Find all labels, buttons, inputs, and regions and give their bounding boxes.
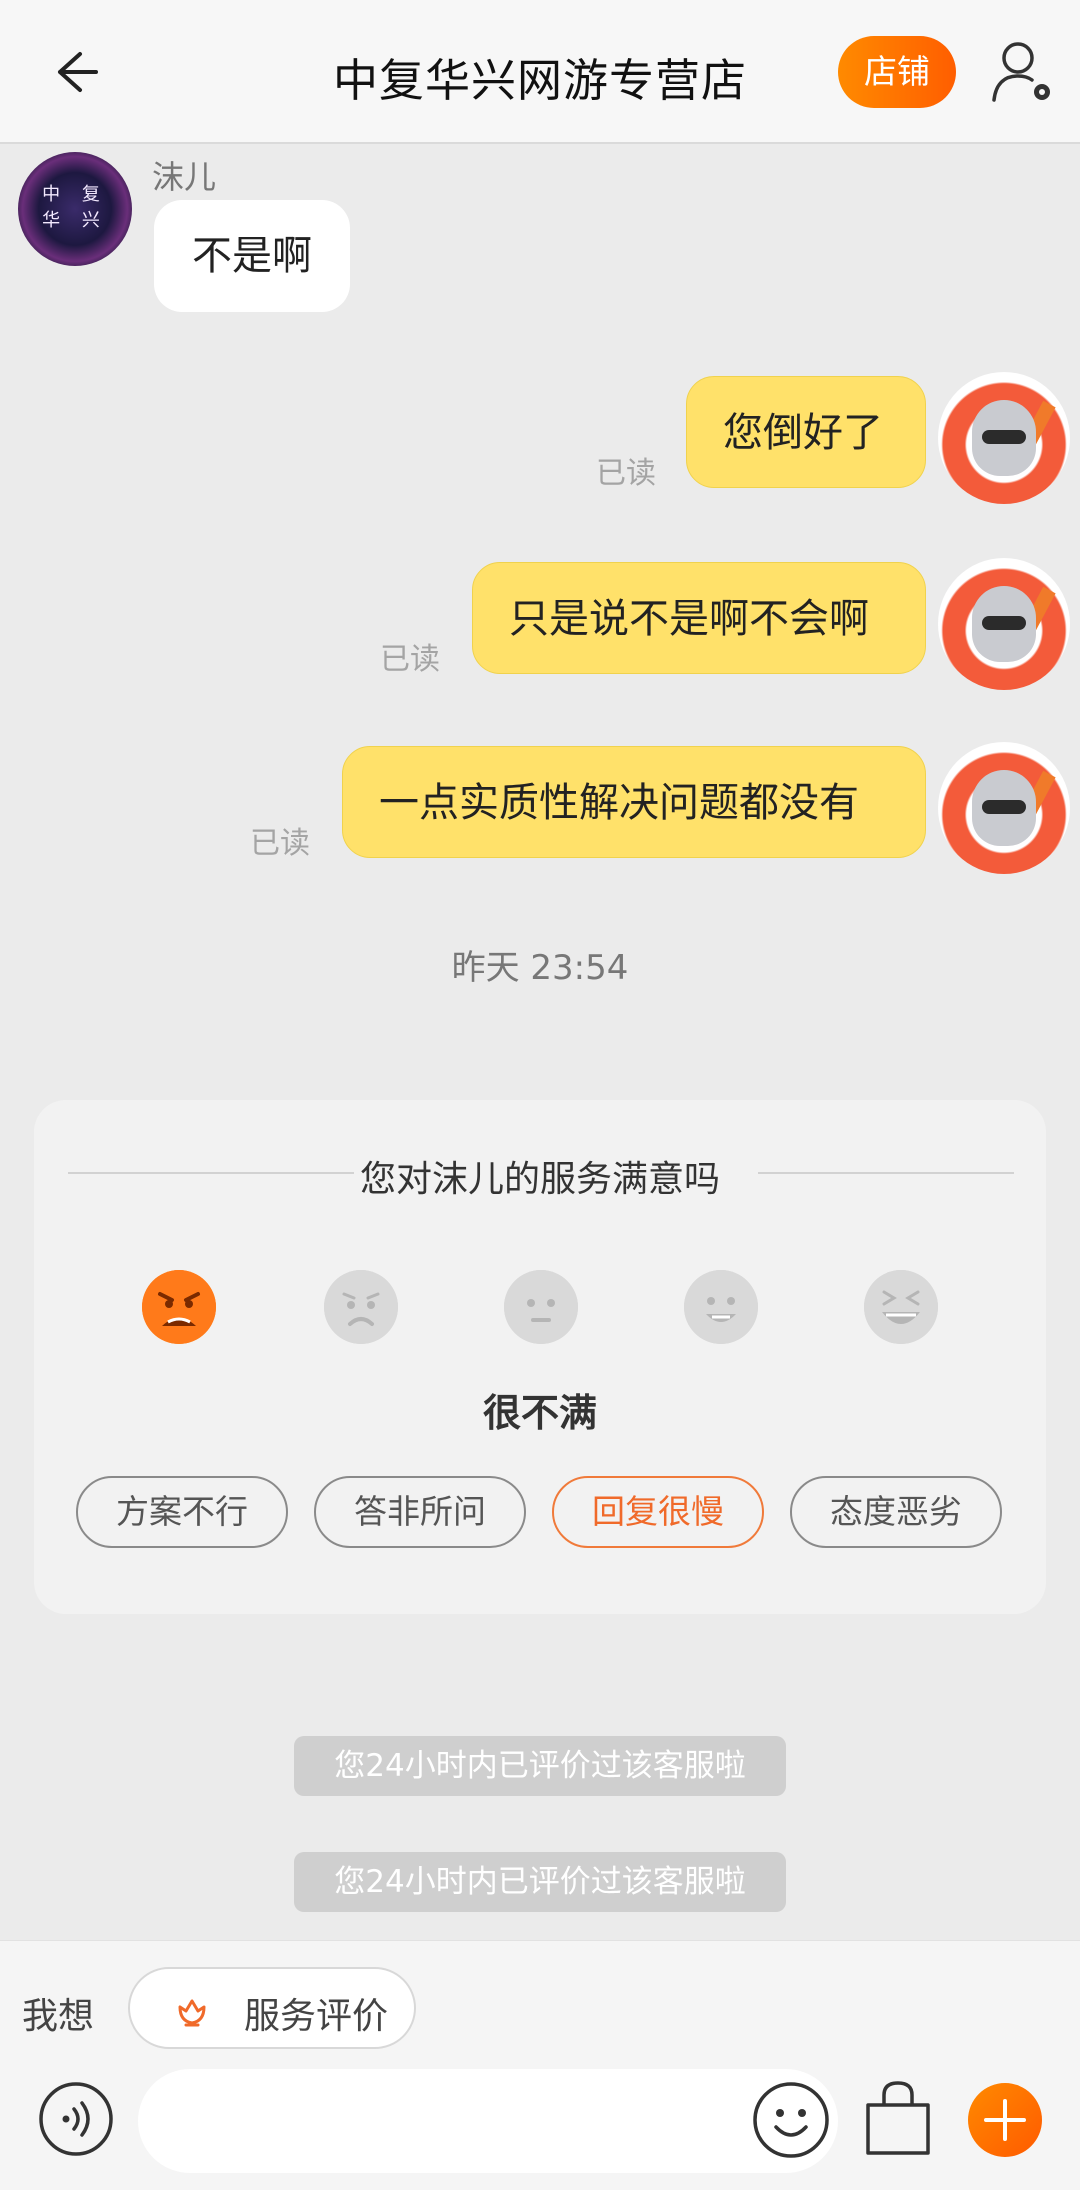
- read-status: 已读: [596, 456, 656, 491]
- flower-icon: [172, 1989, 212, 2029]
- rating-title: 您对沫儿的服务满意吗: [359, 1159, 720, 1200]
- user-settings-icon[interactable]: [986, 36, 1058, 108]
- sender-name: 沫儿: [152, 158, 217, 196]
- quick-action-label: 我想: [22, 1996, 95, 2037]
- service-rating-label: 服务评价: [244, 1996, 389, 2037]
- bottom-input-bar: 我想 服务评价: [0, 1940, 1080, 2190]
- read-status: 已读: [380, 642, 440, 677]
- tag-solution-bad[interactable]: 方案不行: [76, 1476, 288, 1548]
- my-avatar[interactable]: [938, 558, 1070, 690]
- service-rating-chip[interactable]: 服务评价: [128, 1967, 416, 2049]
- tag-irrelevant-answer[interactable]: 答非所问: [314, 1476, 526, 1548]
- incoming-message-bubble[interactable]: 不是啊: [154, 200, 350, 312]
- service-rating-card: 您对沫儿的服务满意吗 很不满 方案不行 答非所问 回复很慢 态度恶劣: [34, 1100, 1046, 1614]
- system-message: 您24小时内已评价过该客服啦: [294, 1736, 786, 1796]
- store-button[interactable]: 店铺: [838, 36, 956, 108]
- dissatisfied-icon[interactable]: [324, 1270, 398, 1344]
- very-dissatisfied-icon[interactable]: [142, 1270, 216, 1344]
- read-status: 已读: [250, 826, 310, 861]
- header: 中复华兴网游专营店 店铺: [0, 0, 1080, 144]
- outgoing-message-bubble[interactable]: 一点实质性解决问题都没有: [342, 746, 926, 858]
- shop-avatar[interactable]: 中 复 华 兴: [18, 152, 132, 266]
- selected-rating-label: 很不满: [482, 1391, 597, 1435]
- my-avatar[interactable]: [938, 372, 1070, 504]
- avatar-logo-text: 中 复 华 兴: [42, 184, 108, 231]
- message-input[interactable]: [138, 2069, 838, 2173]
- system-message: 您24小时内已评价过该客服啦: [294, 1852, 786, 1912]
- voice-icon[interactable]: [38, 2081, 114, 2157]
- shopping-bag-icon[interactable]: [862, 2079, 934, 2159]
- outgoing-message-bubble[interactable]: 只是说不是啊不会啊: [472, 562, 926, 674]
- tag-slow-reply[interactable]: 回复很慢: [552, 1476, 764, 1548]
- emoji-icon[interactable]: [752, 2081, 830, 2159]
- message-timestamp: 昨天 23:54: [451, 948, 629, 988]
- very-satisfied-icon[interactable]: [864, 1270, 938, 1344]
- outgoing-message-bubble[interactable]: 您倒好了: [686, 376, 926, 488]
- satisfied-icon[interactable]: [684, 1270, 758, 1344]
- plus-icon[interactable]: [968, 2083, 1042, 2157]
- tag-bad-attitude[interactable]: 态度恶劣: [790, 1476, 1002, 1548]
- my-avatar[interactable]: [938, 742, 1070, 874]
- chat-screen: 中复华兴网游专营店 店铺 中 复 华 兴 沫儿 不是啊 已读 您倒好了 已读 只…: [0, 0, 1080, 2190]
- neutral-icon[interactable]: [504, 1270, 578, 1344]
